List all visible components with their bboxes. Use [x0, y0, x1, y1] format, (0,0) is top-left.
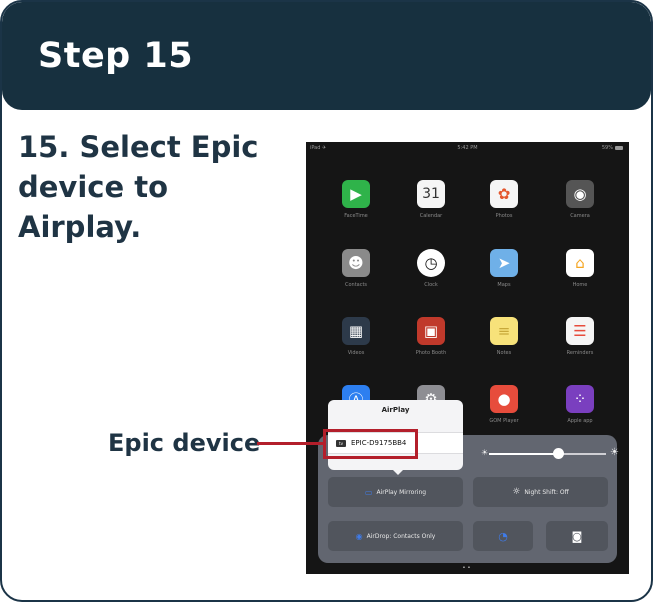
app-camera[interactable]: ◉ Camera — [550, 180, 610, 219]
status-time: 5:42 PM — [457, 145, 478, 151]
app-reminders[interactable]: ☰ Reminders — [550, 317, 610, 356]
brightness-slider-fill — [489, 453, 558, 455]
clock-icon: ◷ — [417, 249, 445, 277]
reminders-icon: ☰ — [566, 317, 594, 345]
camera-icon: ◙ — [571, 529, 583, 543]
brightness-high-icon: ☀ — [610, 447, 619, 458]
airplay-icon: ▭ — [364, 487, 373, 497]
airplay-popup-title: AirPlay — [381, 406, 410, 414]
gom-player-icon: ● — [490, 385, 518, 413]
maps-icon: ➤ — [490, 249, 518, 277]
app-maps[interactable]: ➤ Maps — [474, 249, 534, 288]
app-videos[interactable]: ▦ Videos — [326, 317, 386, 356]
status-bar: iPad ✈ 5:42 PM 59% — [306, 142, 629, 154]
instruction-text: 15. Select Epic device to Airplay. — [18, 130, 259, 244]
step-header: Step 15 — [2, 2, 651, 110]
app-clock[interactable]: ◷ Clock — [401, 249, 461, 288]
photo-booth-icon: ▣ — [417, 317, 445, 345]
facetime-icon: ▶ — [342, 180, 370, 208]
contacts-icon: ☻ — [342, 249, 370, 277]
camera-button[interactable]: ◙ — [546, 521, 608, 551]
popup-pointer — [391, 468, 405, 475]
camera-icon: ◉ — [566, 180, 594, 208]
calendar-icon: 31 — [417, 180, 445, 208]
battery-icon — [615, 145, 623, 150]
photos-icon: ✿ — [490, 180, 518, 208]
app-photos[interactable]: ✿ Photos — [474, 180, 534, 219]
app-notes[interactable]: ≡ Notes — [474, 317, 534, 356]
ipad-screenshot: iPad ✈ 5:42 PM 59% ▶ FaceTime 31 Calenda… — [306, 142, 629, 574]
airdrop-icon: ◉ — [355, 531, 363, 541]
app-apple-app[interactable]: ⁘ Apple app — [550, 385, 610, 424]
apple-app-icon: ⁘ — [566, 385, 594, 413]
step-title: Step 15 — [38, 36, 194, 76]
page-indicator: •• — [462, 565, 473, 571]
timer-icon: ◔ — [498, 529, 508, 543]
callout-highlight-box — [323, 429, 418, 459]
notes-icon: ≡ — [490, 317, 518, 345]
videos-icon: ▦ — [342, 317, 370, 345]
callout-label: Epic device — [108, 429, 261, 457]
status-battery: 59% — [602, 145, 623, 151]
airplay-mirroring-button[interactable]: ▭ AirPlay Mirroring — [328, 477, 463, 507]
app-gom-player[interactable]: ● GOM Player — [474, 385, 534, 424]
timer-button[interactable]: ◔ — [473, 521, 533, 551]
night-shift-button[interactable]: ☼ Night Shift: Off — [473, 477, 608, 507]
night-shift-icon: ☼ — [512, 487, 521, 497]
airdrop-button[interactable]: ◉ AirDrop: Contacts Only — [328, 521, 463, 551]
app-contacts[interactable]: ☻ Contacts — [326, 249, 386, 288]
brightness-slider-knob[interactable] — [553, 448, 564, 459]
home-icon: ⌂ — [566, 249, 594, 277]
brightness-low-icon: ☀ — [481, 448, 489, 457]
app-facetime[interactable]: ▶ FaceTime — [326, 180, 386, 219]
app-home[interactable]: ⌂ Home — [550, 249, 610, 288]
app-photo-booth[interactable]: ▣ Photo Booth — [401, 317, 461, 356]
app-calendar[interactable]: 31 Calendar — [401, 180, 461, 219]
step-card: Step 15 15. Select Epic device to Airpla… — [0, 0, 653, 602]
callout-line — [257, 442, 323, 445]
